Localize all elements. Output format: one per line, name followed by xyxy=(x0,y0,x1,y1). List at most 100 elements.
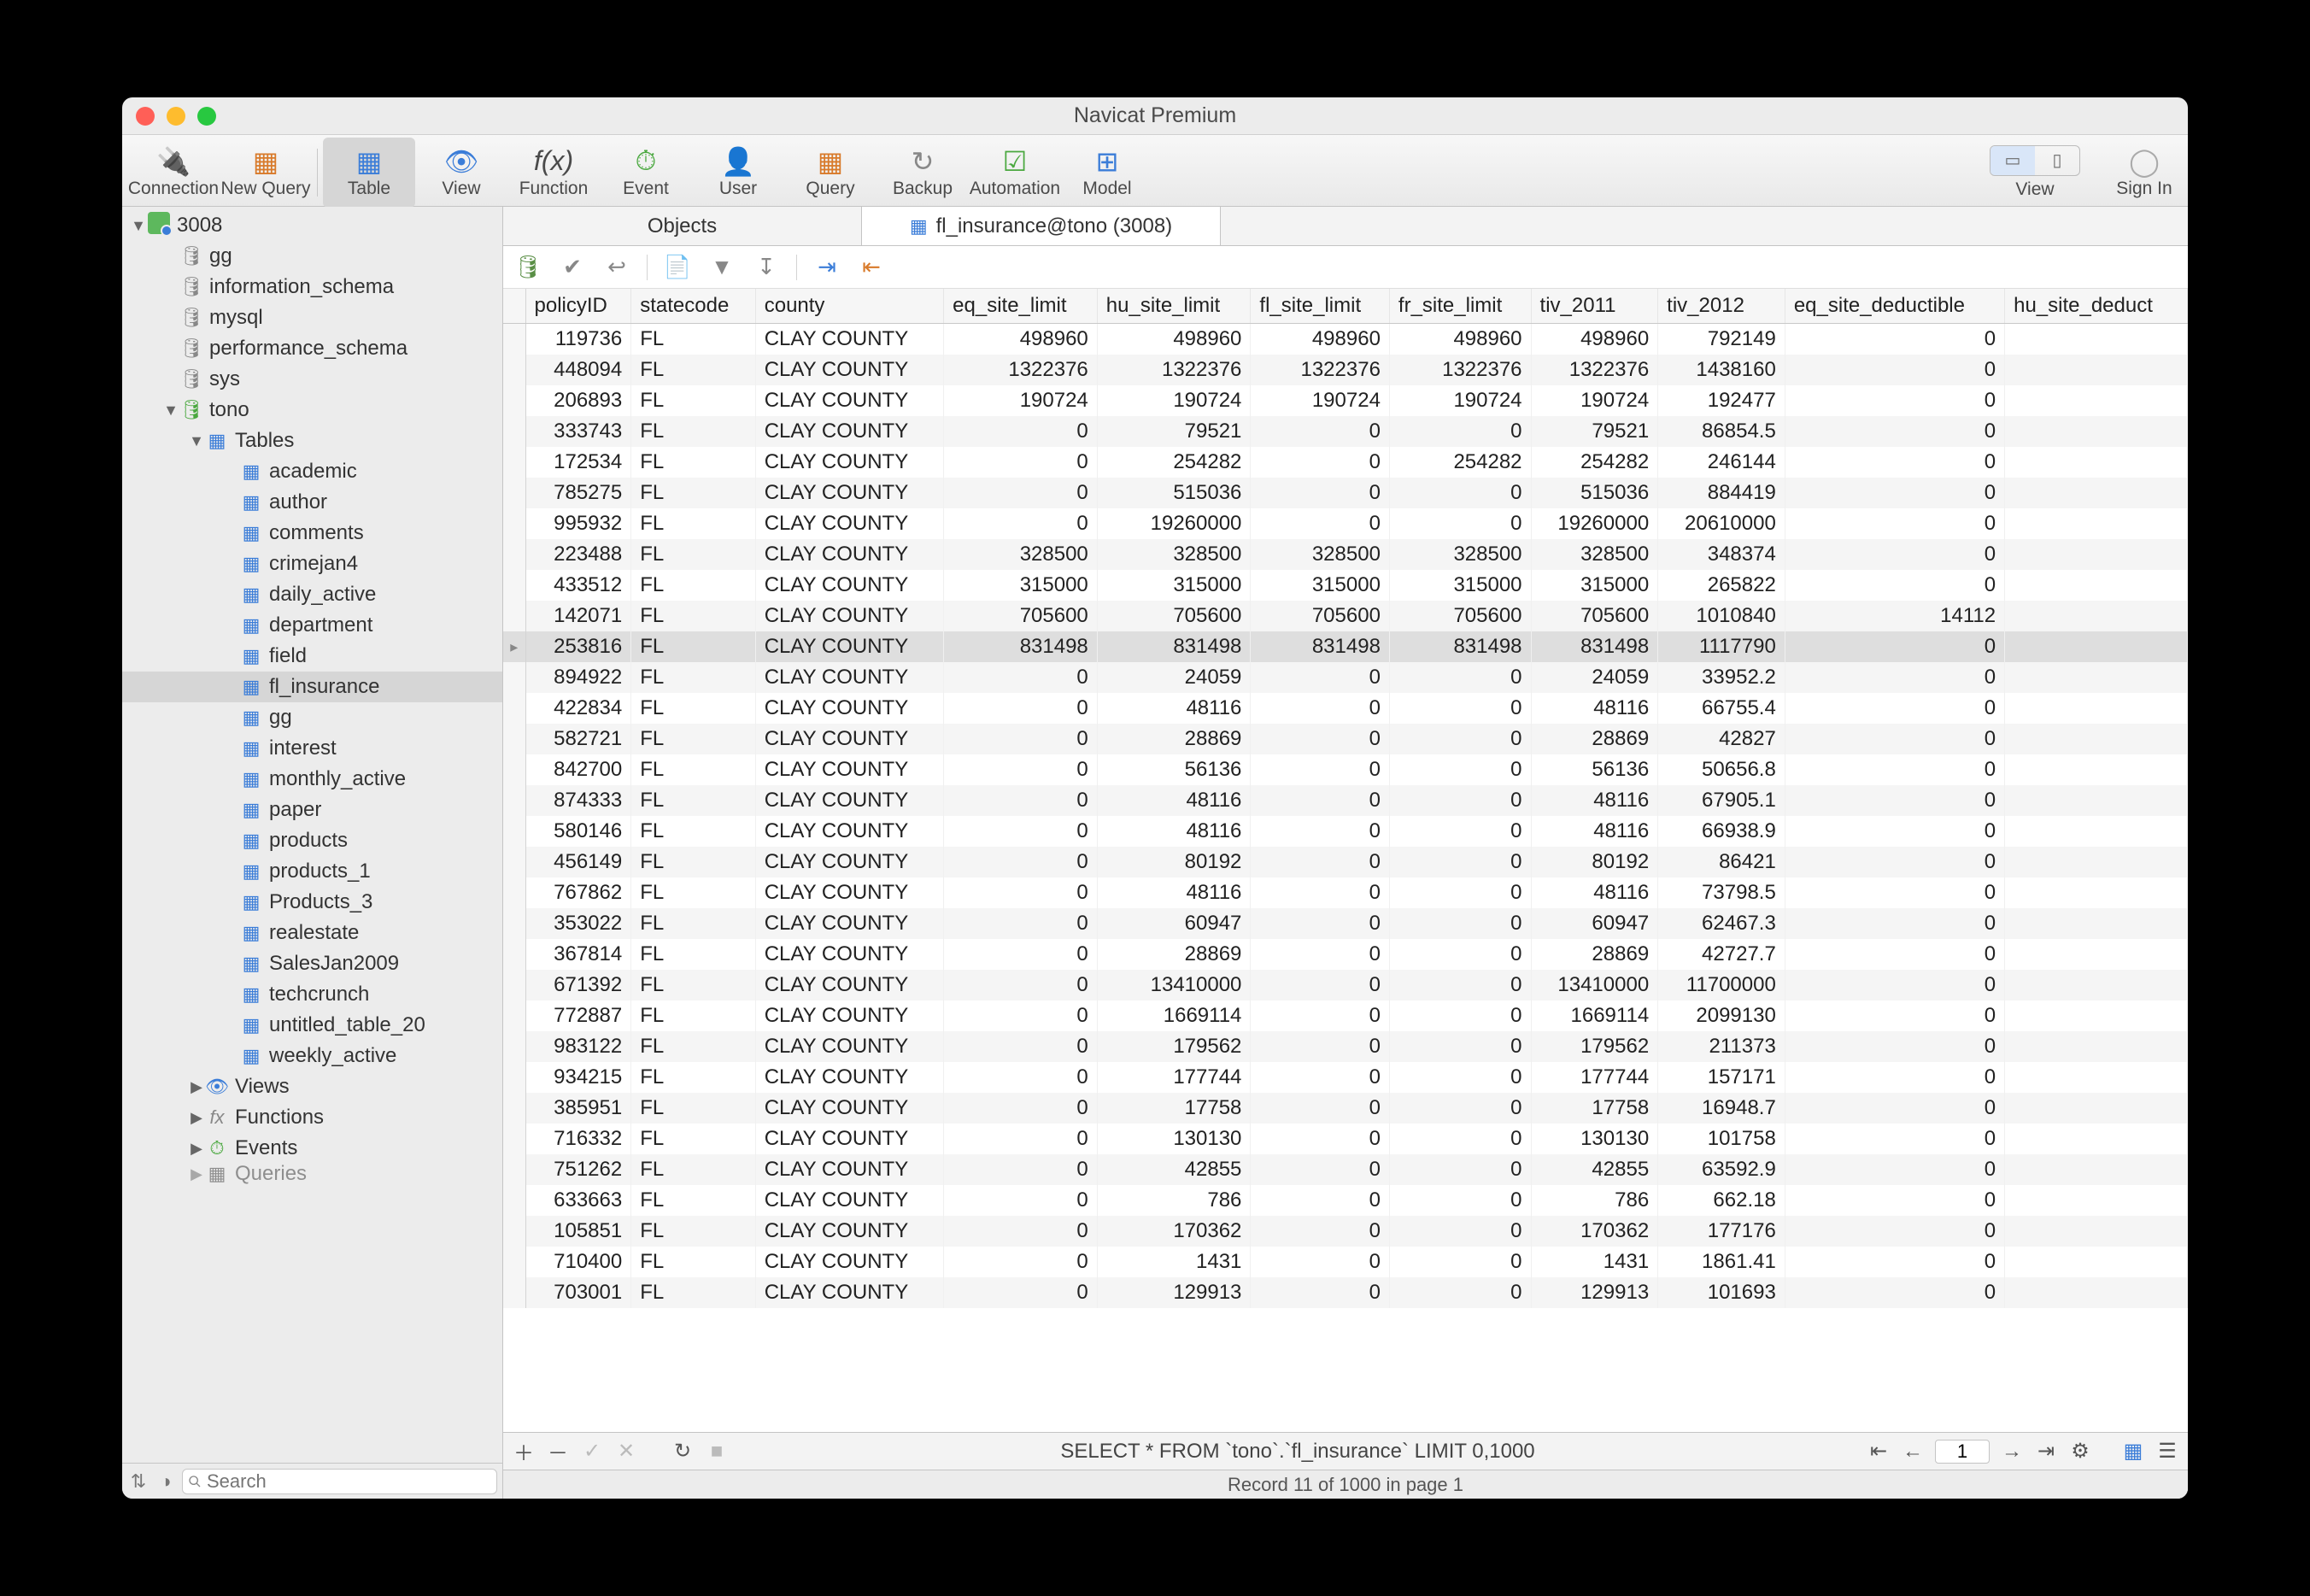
cell[interactable]: 0 xyxy=(1251,847,1390,877)
cell[interactable]: CLAY COUNTY xyxy=(755,816,943,847)
cell[interactable]: 79521 xyxy=(1531,416,1658,447)
search-input[interactable] xyxy=(182,1469,497,1494)
cell[interactable]: 703001 xyxy=(525,1277,631,1308)
cell[interactable]: 0 xyxy=(944,785,1098,816)
cell[interactable]: 315000 xyxy=(1251,570,1390,601)
connection-node[interactable]: ▼3008 xyxy=(122,210,502,241)
column-fl_site_limit[interactable]: fl_site_limit xyxy=(1251,289,1390,324)
cell[interactable]: 831498 xyxy=(944,631,1098,662)
table-row[interactable]: 172534FLCLAY COUNTY025428202542822542822… xyxy=(503,447,2188,478)
cell[interactable]: 705600 xyxy=(1097,601,1251,631)
table-realestate[interactable]: ▦realestate xyxy=(122,918,502,948)
cell[interactable]: 1117790 xyxy=(1658,631,1785,662)
cell[interactable]: 0 xyxy=(1785,693,2004,724)
cell[interactable]: 792149 xyxy=(1658,324,1785,355)
cell[interactable]: 254282 xyxy=(1531,447,1658,478)
cell[interactable]: CLAY COUNTY xyxy=(755,1154,943,1185)
cell[interactable] xyxy=(2005,1031,2188,1062)
table-row[interactable]: 772887FLCLAY COUNTY016691140016691142099… xyxy=(503,1000,2188,1031)
cell[interactable]: 86854.5 xyxy=(1658,416,1785,447)
event-button[interactable]: ⏱Event xyxy=(600,138,692,208)
close-icon[interactable] xyxy=(136,107,155,126)
row-indicator[interactable] xyxy=(503,1093,525,1124)
cell[interactable]: 0 xyxy=(1785,662,2004,693)
row-indicator[interactable] xyxy=(503,478,525,508)
cell[interactable]: CLAY COUNTY xyxy=(755,662,943,693)
cell[interactable]: 705600 xyxy=(1389,601,1531,631)
cell[interactable]: 0 xyxy=(1785,785,2004,816)
text-note-icon[interactable]: 📄 xyxy=(663,253,692,282)
rollback-icon[interactable]: ↩ xyxy=(602,253,631,282)
table-fl_insurance[interactable]: ▦fl_insurance xyxy=(122,672,502,702)
next-page-icon[interactable]: → xyxy=(2000,1440,2024,1464)
cell[interactable] xyxy=(2005,1185,2188,1216)
cell[interactable]: 211373 xyxy=(1658,1031,1785,1062)
cell[interactable]: 0 xyxy=(1251,1185,1390,1216)
cell[interactable]: CLAY COUNTY xyxy=(755,939,943,970)
cell[interactable]: 67905.1 xyxy=(1658,785,1785,816)
row-indicator[interactable] xyxy=(503,693,525,724)
cell[interactable]: 315000 xyxy=(944,570,1098,601)
cell[interactable]: 62467.3 xyxy=(1658,908,1785,939)
cell[interactable]: 0 xyxy=(1785,539,2004,570)
cell[interactable]: CLAY COUNTY xyxy=(755,847,943,877)
cell[interactable]: 142071 xyxy=(525,601,631,631)
cell[interactable] xyxy=(2005,785,2188,816)
cell[interactable]: 0 xyxy=(1251,908,1390,939)
cell[interactable]: 73798.5 xyxy=(1658,877,1785,908)
cell[interactable]: 422834 xyxy=(525,693,631,724)
cell[interactable]: CLAY COUNTY xyxy=(755,908,943,939)
row-indicator[interactable] xyxy=(503,1154,525,1185)
cell[interactable]: 831498 xyxy=(1531,631,1658,662)
cell[interactable]: 671392 xyxy=(525,970,631,1000)
cell[interactable]: 0 xyxy=(1785,939,2004,970)
cell[interactable]: 0 xyxy=(1389,847,1531,877)
table-row[interactable]: 633663FLCLAY COUNTY078600786662.180 xyxy=(503,1185,2188,1216)
cell[interactable]: 498960 xyxy=(944,324,1098,355)
events-folder[interactable]: ▶⏱Events xyxy=(122,1133,502,1164)
table-untitled_table_20[interactable]: ▦untitled_table_20 xyxy=(122,1010,502,1041)
sign-in-button[interactable]: ◯Sign In xyxy=(2106,138,2183,208)
table-comments[interactable]: ▦comments xyxy=(122,518,502,549)
cell[interactable]: 129913 xyxy=(1531,1277,1658,1308)
cell[interactable]: 1431 xyxy=(1531,1247,1658,1277)
row-indicator[interactable] xyxy=(503,1277,525,1308)
table-row[interactable]: ▸253816FLCLAY COUNTY83149883149883149883… xyxy=(503,631,2188,662)
cell[interactable]: 0 xyxy=(944,1000,1098,1031)
cell[interactable]: 105851 xyxy=(525,1216,631,1247)
cell[interactable]: FL xyxy=(631,447,756,478)
row-indicator[interactable] xyxy=(503,1185,525,1216)
cell[interactable]: 28869 xyxy=(1097,724,1251,754)
cell[interactable]: 17758 xyxy=(1097,1093,1251,1124)
cell[interactable]: 315000 xyxy=(1389,570,1531,601)
cell[interactable]: FL xyxy=(631,908,756,939)
cell[interactable]: 192477 xyxy=(1658,385,1785,416)
cell[interactable]: CLAY COUNTY xyxy=(755,324,943,355)
cell[interactable] xyxy=(2005,539,2188,570)
cell[interactable]: 13410000 xyxy=(1097,970,1251,1000)
cell[interactable] xyxy=(2005,970,2188,1000)
cell[interactable]: 24059 xyxy=(1531,662,1658,693)
views-folder[interactable]: ▶👁Views xyxy=(122,1071,502,1102)
cell[interactable]: 130130 xyxy=(1097,1124,1251,1154)
table-department[interactable]: ▦department xyxy=(122,610,502,641)
cell[interactable]: 101693 xyxy=(1658,1277,1785,1308)
table-row[interactable]: 433512FLCLAY COUNTY315000315000315000315… xyxy=(503,570,2188,601)
row-indicator[interactable] xyxy=(503,1000,525,1031)
delete-row-icon[interactable]: － xyxy=(546,1436,570,1466)
row-indicator[interactable] xyxy=(503,754,525,785)
cell[interactable]: 0 xyxy=(1785,1247,2004,1277)
view-button[interactable]: 👁View xyxy=(415,138,507,208)
cell[interactable]: 0 xyxy=(1389,1277,1531,1308)
tab-fl-insurance[interactable]: ▦fl_insurance@tono (3008) xyxy=(862,207,1221,245)
cell[interactable]: FL xyxy=(631,816,756,847)
table-row[interactable]: 995932FLCLAY COUNTY019260000001926000020… xyxy=(503,508,2188,539)
table-row[interactable]: 716332FLCLAY COUNTY013013000130130101758… xyxy=(503,1124,2188,1154)
cell[interactable]: 19260000 xyxy=(1097,508,1251,539)
table-row[interactable]: 333743FLCLAY COUNTY079521007952186854.50 xyxy=(503,416,2188,447)
cell[interactable]: 246144 xyxy=(1658,447,1785,478)
cell[interactable] xyxy=(2005,939,2188,970)
cell[interactable]: 498960 xyxy=(1097,324,1251,355)
data-grid[interactable]: policyIDstatecodecountyeq_site_limithu_s… xyxy=(503,289,2188,1432)
cell[interactable]: 767862 xyxy=(525,877,631,908)
